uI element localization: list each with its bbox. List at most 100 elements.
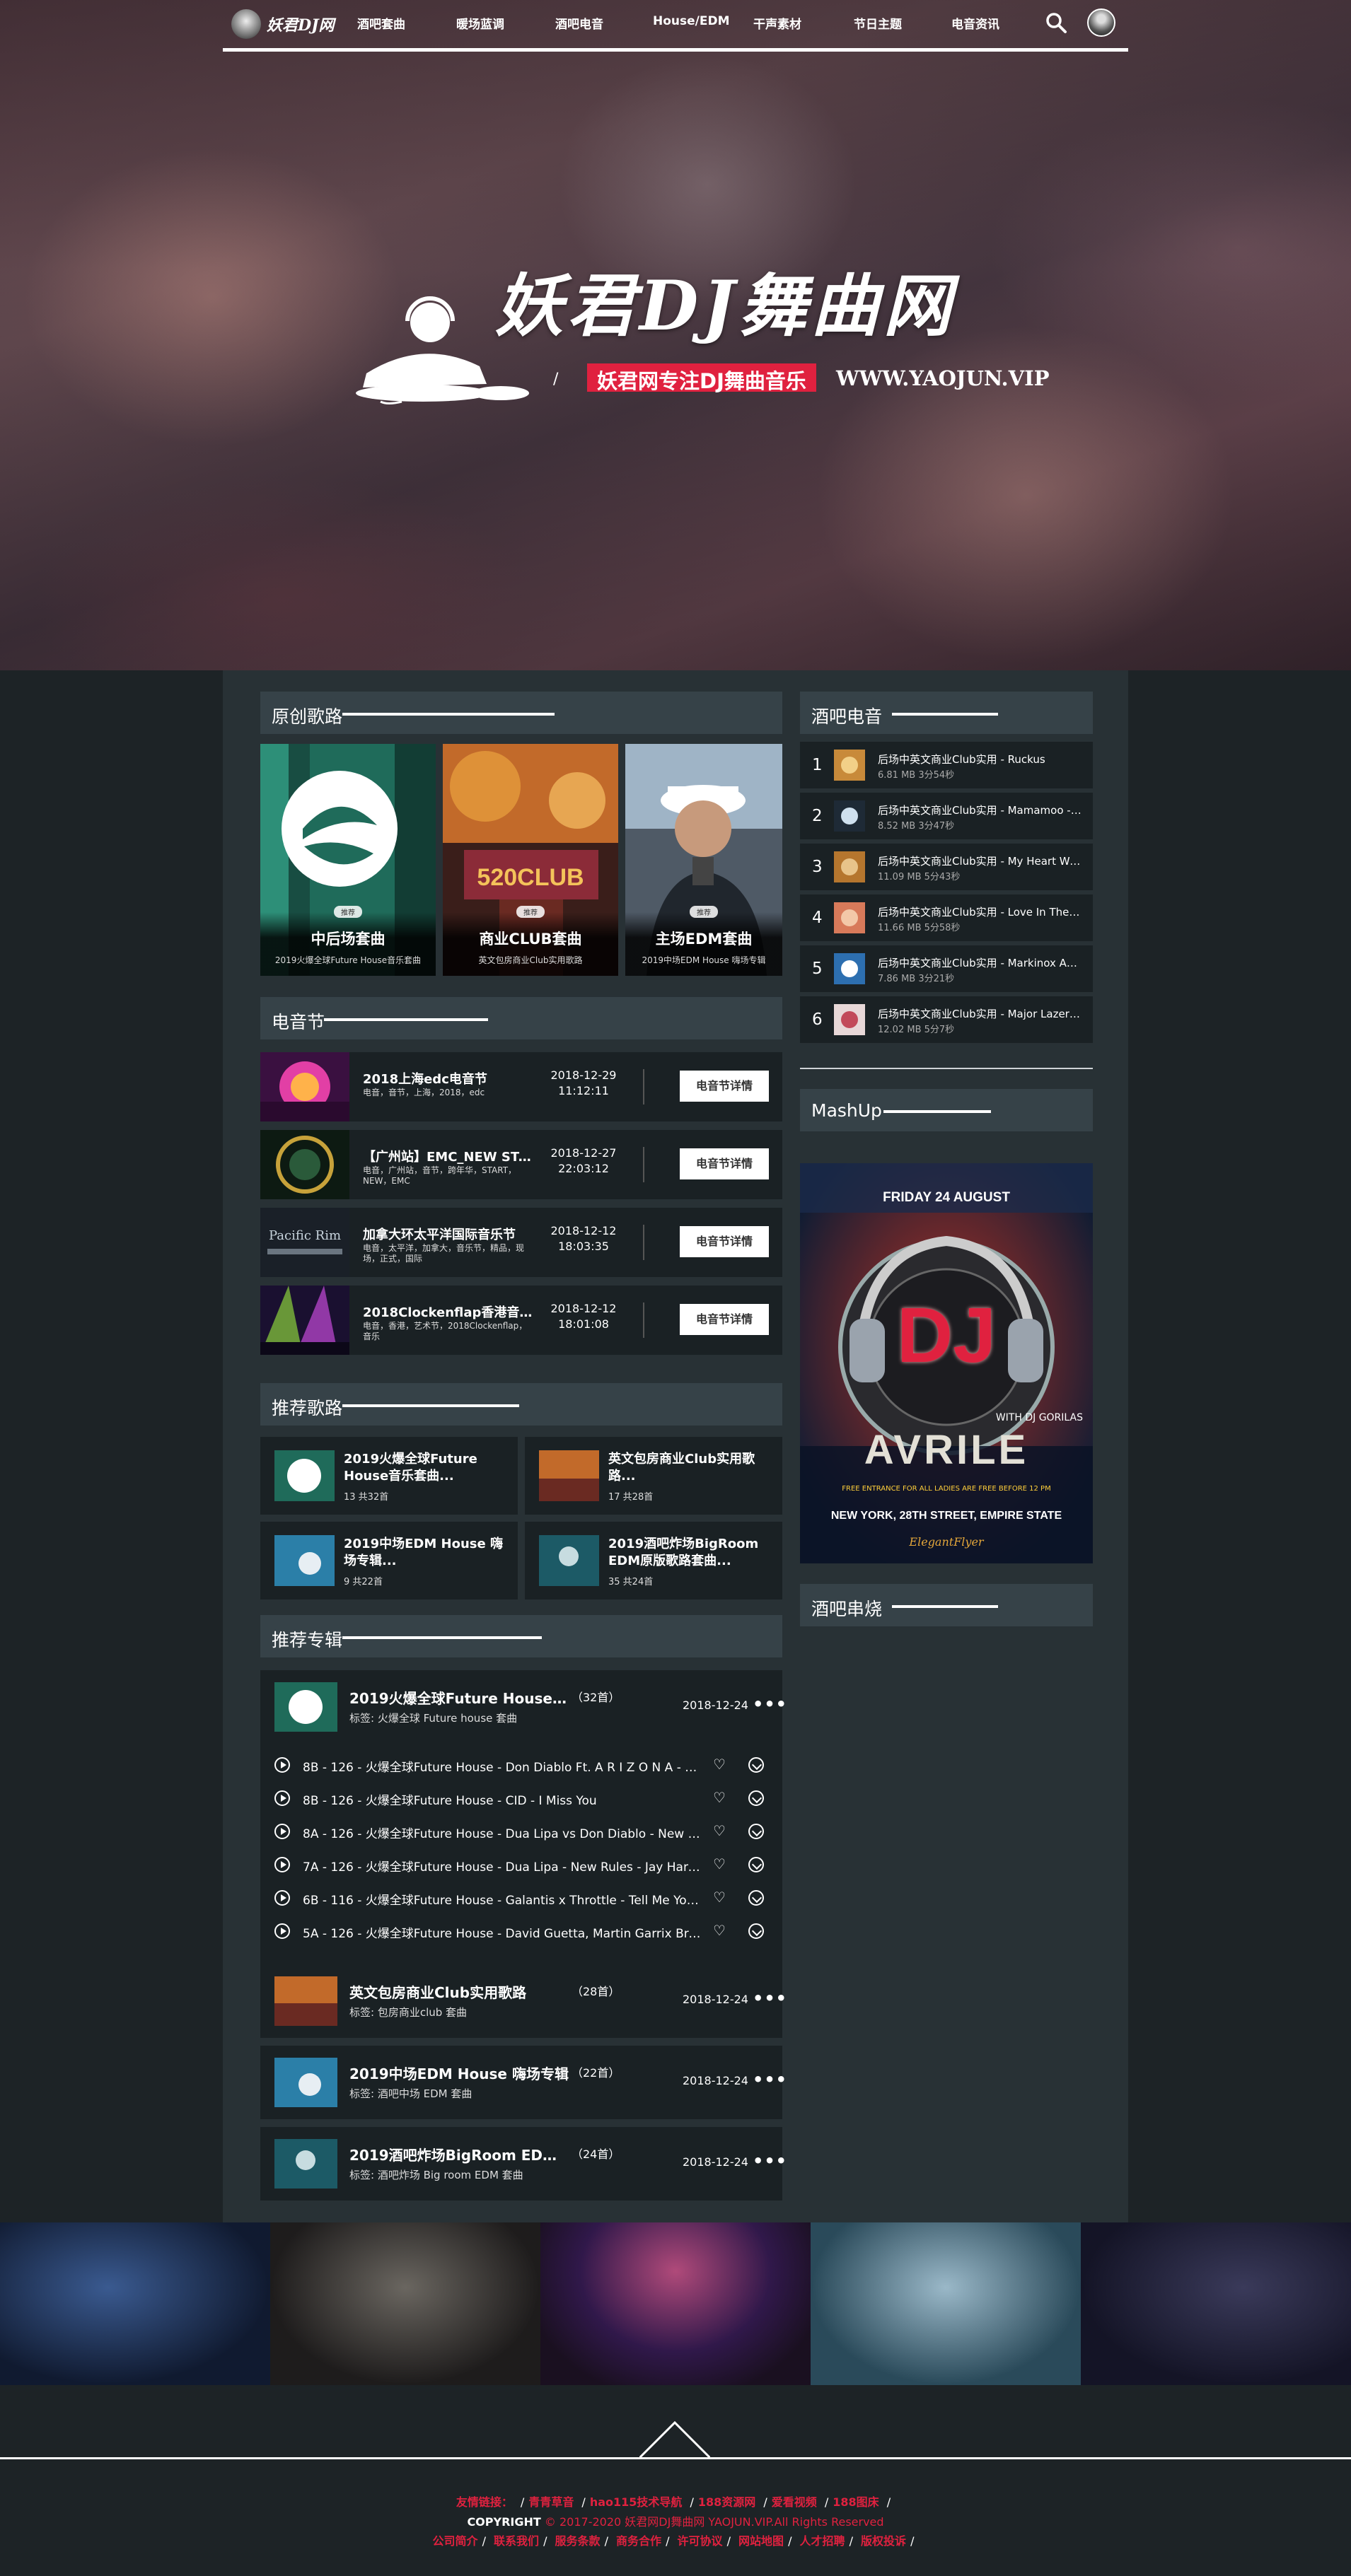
play-icon[interactable] (274, 1824, 290, 1839)
track-row[interactable]: 7A - 126 - 火爆全球Future House - Dua Lipa -… (260, 1848, 782, 1881)
nav-item-warmup-blues[interactable]: 暖场蓝调 (456, 14, 504, 32)
festival-detail-button[interactable]: 电音节详情 (680, 1226, 769, 1257)
festival-row[interactable]: 【广州站】EMC_NEW START 电音，广州站，音节，跨年华，START，N… (260, 1130, 782, 1199)
album-card[interactable]: 520CLUB 推荐 商业CLUB套曲 英文包房商业Club实用歌路 (443, 744, 618, 976)
festival-detail-button[interactable]: 电音节详情 (680, 1304, 769, 1335)
festival-tags: 电音，香港，艺术节，2018Clockenflap，音乐 (363, 1321, 528, 1341)
recommend-count: 9 共22首 (344, 1577, 383, 1587)
festival-row[interactable]: 2018上海edc电音节 电音，音节，上海，2018，edc 2018-12-2… (260, 1052, 782, 1121)
download-icon[interactable] (748, 1790, 764, 1806)
friend-link[interactable]: 188资源网 (698, 2495, 755, 2509)
nav-item-edm-news[interactable]: 电音资讯 (951, 14, 999, 32)
album-card[interactable]: 推荐 主场EDM套曲 2019中场EDM House 嗨场专辑 (625, 744, 782, 976)
track-row[interactable]: 6B - 116 - 火爆全球Future House - Galantis x… (260, 1881, 782, 1914)
download-icon[interactable] (748, 1757, 764, 1773)
festival-image: Pacific Rim (260, 1208, 349, 1277)
poster-address: NEW YORK, 28TH STREET, EMPIRE STATE (830, 1510, 1062, 1522)
album-title: 2019火爆全球Future House音乐套曲 (349, 1690, 570, 1707)
footer-link-about[interactable]: 公司简介 (433, 2534, 478, 2548)
heart-icon[interactable]: ♡ (713, 1789, 726, 1806)
track-name: 6B - 116 - 火爆全球Future House - Galantis x… (303, 1894, 702, 1908)
heart-icon[interactable]: ♡ (713, 1822, 726, 1839)
nav-item-house-edm[interactable]: House/EDM (653, 14, 730, 28)
play-icon[interactable] (274, 1857, 290, 1872)
footer-link-business[interactable]: 商务合作 (616, 2534, 661, 2548)
download-icon[interactable] (748, 1890, 764, 1906)
album-row[interactable]: 英文包房商业Club实用歌路 （28首） 标签: 包房商业club 套曲 201… (260, 1964, 787, 2038)
more-icon[interactable]: ••• (753, 2151, 787, 2171)
track-name: 8A - 126 - 火爆全球Future House - Dua Lipa v… (303, 1827, 702, 1841)
download-icon[interactable] (748, 1923, 764, 1939)
heart-icon[interactable]: ♡ (713, 1922, 726, 1939)
bar-track-row[interactable]: 1 后场中英文商业Club实用 - Ruckus 6.81 MB 3分54秒 (800, 742, 1093, 788)
recommend-card[interactable]: 2019中场EDM House 嗨场专辑... 9 共22首 (260, 1522, 518, 1599)
recommend-card[interactable]: 2019火爆全球Future House音乐套曲... 13 共32首 (260, 1437, 518, 1515)
track-meta: 6.81 MB 3分54秒 (878, 770, 955, 781)
festival-row[interactable]: Pacific Rim 加拿大环太平洋国际音乐节 电音，太平洋，加拿大，音乐节，… (260, 1208, 782, 1277)
nav-item-holiday-theme[interactable]: 节日主题 (854, 14, 902, 32)
festival-detail-button[interactable]: 电音节详情 (680, 1148, 769, 1179)
heart-icon[interactable]: ♡ (713, 1855, 726, 1872)
bar-track-row[interactable]: 3 后场中英文商业Club实用 - My Heart Will Go On 11… (800, 844, 1093, 890)
bar-track-row[interactable]: 6 后场中英文商业Club实用 - Major Lazer Power 12.0… (800, 996, 1093, 1043)
track-row[interactable]: 8B - 126 - 火爆全球Future House - CID - I Mi… (260, 1781, 782, 1814)
bottom-links: 公司简介 / 联系我们 / 服务条款 / 商务合作 / 许可协议 / 网站地图 / 人才招聘… (432, 2534, 915, 2548)
footer-link-contact[interactable]: 联系我们 (494, 2534, 539, 2548)
festival-tags: 电音，音节，上海，2018，edc (363, 1088, 485, 1097)
play-icon[interactable] (274, 1890, 290, 1906)
hero-site-title: 妖君DJ舞曲网 (495, 266, 956, 346)
bar-track-row[interactable]: 2 后场中英文商业Club实用 - Mamamoo - Piano Man 8.… (800, 793, 1093, 839)
play-icon[interactable] (274, 1923, 290, 1939)
heart-icon[interactable]: ♡ (713, 1889, 726, 1906)
heart-icon[interactable]: ♡ (713, 1756, 726, 1773)
friend-link[interactable]: 爱看视频 (772, 2495, 817, 2509)
section-title: 电音节 (272, 1012, 325, 1032)
nav-item-bar-electronic[interactable]: 酒吧电音 (555, 14, 603, 32)
site-logo[interactable]: 妖君DJ网 (231, 8, 335, 40)
bar-track-row[interactable]: 5 后场中英文商业Club实用 - Markinox And Friends 7… (800, 945, 1093, 992)
footer-link-terms[interactable]: 服务条款 (555, 2534, 601, 2548)
nav-item-dry-vocals[interactable]: 干声素材 (753, 14, 801, 32)
search-icon[interactable] (1045, 11, 1067, 34)
album-tags: 标签: 酒吧炸场 Big room EDM 套曲 (349, 2169, 523, 2181)
festival-detail-button[interactable]: 电音节详情 (680, 1071, 769, 1102)
section-header-albums: 推荐专辑 (260, 1615, 782, 1657)
hero-slogan: 妖君网专注DJ舞曲音乐 (587, 363, 816, 393)
album-row[interactable]: 2019酒吧炸场BigRoom EDM原版歌路套曲 （24首） 标签: 酒吧炸场… (260, 2127, 787, 2201)
album-title: 2019中场EDM House 嗨场专辑 (349, 2065, 569, 2082)
album-expanded[interactable]: 2019火爆全球Future House音乐套曲 （32首） 标签: 火爆全球 … (260, 1670, 787, 1967)
nav-item-bar-medley[interactable]: 酒吧套曲 (357, 14, 405, 32)
more-icon[interactable]: ••• (753, 1694, 787, 1714)
track-row[interactable]: 8B - 126 - 火爆全球Future House - Don Diablo… (260, 1748, 782, 1781)
download-icon[interactable] (748, 1824, 764, 1839)
friend-link[interactable]: 青青草音 (528, 2495, 574, 2509)
track-name: 5A - 126 - 火爆全球Future House - David Guet… (303, 1927, 702, 1941)
photo-band (270, 2222, 540, 2385)
footer-link-license[interactable]: 许可协议 (678, 2534, 723, 2548)
album-image (274, 1682, 337, 1732)
mashup-poster[interactable]: FRIDAY 24 AUGUST DJ WITH DJ GORILAS AVRI… (800, 1163, 1093, 1563)
footer-link-copyright[interactable]: 版权投诉 (861, 2534, 906, 2548)
recommend-card[interactable]: 英文包房商业Club实用歌路... 17 共28首 (525, 1437, 782, 1515)
recommend-card[interactable]: 2019酒吧炸场BigRoom EDM原版歌路套曲... 35 共24首 (525, 1522, 782, 1599)
album-card[interactable]: 推荐 中后场套曲 2019火爆全球Future House音乐套曲 (260, 744, 436, 976)
play-icon[interactable] (274, 1757, 290, 1773)
bar-track-row[interactable]: 4 后场中英文商业Club实用 - Love In The Air 11.66 … (800, 894, 1093, 941)
track-number: 2 (812, 807, 823, 825)
poster-with: WITH DJ GORILAS (995, 1412, 1083, 1423)
track-row[interactable]: 5A - 126 - 火爆全球Future House - David Guet… (260, 1914, 782, 1947)
recommend-badge: 推荐 (334, 906, 362, 918)
download-icon[interactable] (748, 1857, 764, 1872)
play-icon[interactable] (274, 1790, 290, 1806)
friend-link[interactable]: 188图床 (833, 2495, 879, 2509)
back-to-top-icon[interactable] (639, 2421, 710, 2460)
avatar[interactable] (1087, 8, 1115, 37)
more-icon[interactable]: ••• (753, 2070, 787, 2090)
footer-link-sitemap[interactable]: 网站地图 (738, 2534, 784, 2548)
footer-link-jobs[interactable]: 人才招聘 (800, 2534, 845, 2548)
more-icon[interactable]: ••• (753, 1988, 787, 2008)
festival-row[interactable]: 2018Clockenflap香港音乐节 电音，香港，艺术节，2018Clock… (260, 1286, 782, 1355)
album-row[interactable]: 2019中场EDM House 嗨场专辑 （22首） 标签: 酒吧中场 EDM … (260, 2046, 787, 2119)
track-row[interactable]: 8A - 126 - 火爆全球Future House - Dua Lipa v… (260, 1814, 782, 1848)
friend-link[interactable]: hao115技术导航 (590, 2495, 683, 2509)
